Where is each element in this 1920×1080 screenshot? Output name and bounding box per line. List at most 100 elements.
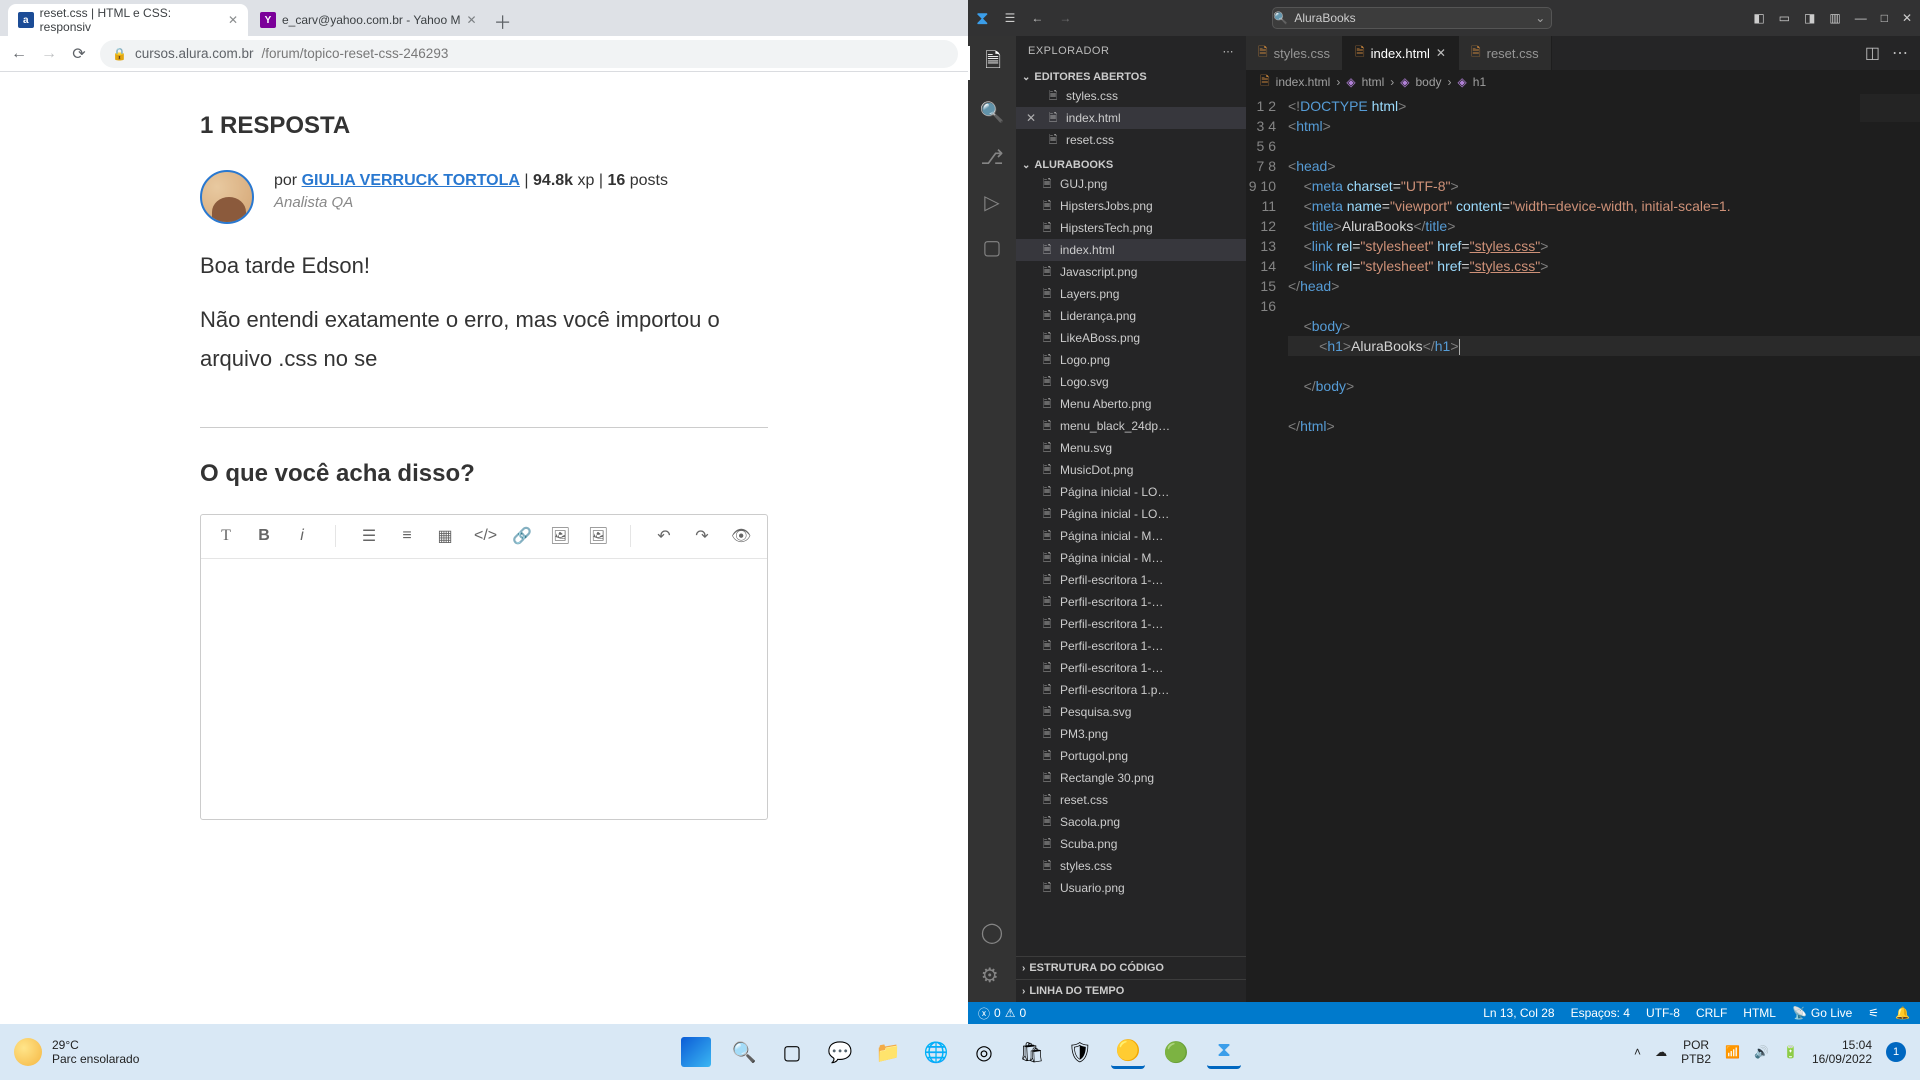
language-indicator[interactable]: PORPTB2 xyxy=(1681,1038,1711,1067)
chrome-tab-2-close-icon[interactable]: ✕ xyxy=(467,13,477,27)
minimap[interactable] xyxy=(1860,94,1920,1002)
layout-customize-icon[interactable]: ▥ xyxy=(1829,11,1840,25)
forward-button[interactable]: → xyxy=(40,45,58,63)
edge-icon[interactable]: 🌐 xyxy=(919,1035,953,1069)
status-eol[interactable]: CRLF xyxy=(1696,1006,1727,1020)
editor-more-icon[interactable]: ⋯ xyxy=(1892,43,1908,63)
maximize-button[interactable]: □ xyxy=(1881,11,1888,25)
back-button[interactable]: ← xyxy=(10,45,28,63)
bold-button[interactable]: B xyxy=(255,527,273,545)
image-button[interactable]: 🖼 xyxy=(550,526,568,546)
weather-widget[interactable]: 29°C Parc ensolarado xyxy=(14,1038,139,1067)
table-button[interactable]: ▦ xyxy=(436,526,454,546)
dell-icon[interactable]: ◎ xyxy=(967,1035,1001,1069)
breadcrumb[interactable]: 🗎 index.html › ◈ html › ◈ body › ◈ h1 xyxy=(1246,70,1920,94)
split-editor-icon[interactable]: ◫ xyxy=(1865,43,1880,63)
start-button[interactable] xyxy=(679,1035,713,1069)
notification-badge[interactable]: 1 xyxy=(1886,1042,1906,1062)
extensions-icon[interactable]: ▢ xyxy=(983,235,1002,260)
file-tree-item[interactable]: 🗎Logo.png xyxy=(1016,349,1246,371)
close-button[interactable]: ✕ xyxy=(1902,11,1912,25)
status-spaces[interactable]: Espaços: 4 xyxy=(1571,1006,1630,1020)
menu-button[interactable]: ☰ xyxy=(1005,11,1016,25)
clock[interactable]: 15:0416/09/2022 xyxy=(1812,1038,1872,1067)
editor-tab[interactable]: 🗎reset.css xyxy=(1459,36,1552,70)
store-icon[interactable]: 🛍 xyxy=(1015,1035,1049,1069)
file-tree-item[interactable]: 🗎Perfil-escritora 1-… xyxy=(1016,569,1246,591)
file-tree-item[interactable]: 🗎Menu.svg xyxy=(1016,437,1246,459)
file-tree-item[interactable]: 🗎styles.css xyxy=(1016,855,1246,877)
file-tree-item[interactable]: 🗎MusicDot.png xyxy=(1016,459,1246,481)
onedrive-icon[interactable]: ☁ xyxy=(1655,1045,1667,1059)
vscode-taskbar-icon[interactable]: ⧗ xyxy=(1207,1035,1241,1069)
status-encoding[interactable]: UTF-8 xyxy=(1646,1006,1680,1020)
chrome-taskbar-icon[interactable]: 🟡 xyxy=(1111,1035,1145,1069)
search-activity-icon[interactable]: 🔍 xyxy=(980,100,1005,125)
italic-button[interactable]: i xyxy=(293,527,311,545)
wifi-icon[interactable]: 📶 xyxy=(1725,1045,1740,1059)
layout-bottom-icon[interactable]: ▭ xyxy=(1779,11,1790,25)
sidebar-more-icon[interactable]: ⋯ xyxy=(1223,45,1235,58)
debug-icon[interactable]: ▷ xyxy=(984,190,999,215)
undo-button[interactable]: ↶ xyxy=(655,526,673,546)
chrome-tab-2[interactable]: Y e_carv@yahoo.com.br - Yahoo M ✕ xyxy=(250,4,487,36)
task-view-icon[interactable]: ▢ xyxy=(775,1035,809,1069)
file-tree-item[interactable]: 🗎LikeABoss.png xyxy=(1016,327,1246,349)
close-icon[interactable]: ✕ xyxy=(1436,46,1446,60)
explorer-icon[interactable]: 🗎 xyxy=(968,46,1016,80)
command-center[interactable]: 🔍 AluraBooks ⌄ xyxy=(1272,7,1552,29)
file-tree-item[interactable]: 🗎PM3.png xyxy=(1016,723,1246,745)
file-tree-item[interactable]: 🗎Perfil-escritora 1-… xyxy=(1016,657,1246,679)
folder-section[interactable]: ⌄ ALURABOOKS xyxy=(1016,157,1246,173)
editor-textarea[interactable] xyxy=(201,559,767,819)
file-tree-item[interactable]: 🗎menu_black_24dp… xyxy=(1016,415,1246,437)
file-tree-item[interactable]: 🗎Perfil-escritora 1.p… xyxy=(1016,679,1246,701)
file-tree-item[interactable]: 🗎Javascript.png xyxy=(1016,261,1246,283)
minimize-button[interactable]: — xyxy=(1855,11,1867,25)
file-tree-item[interactable]: 🗎GUJ.png xyxy=(1016,173,1246,195)
image-edit-button[interactable]: 🖼 xyxy=(588,526,606,546)
file-tree-item[interactable]: 🗎Página inicial - M… xyxy=(1016,547,1246,569)
file-tree-item[interactable]: 🗎Logo.svg xyxy=(1016,371,1246,393)
volume-icon[interactable]: 🔊 xyxy=(1754,1045,1769,1059)
chat-icon[interactable]: 💬 xyxy=(823,1035,857,1069)
file-tree-item[interactable]: 🗎index.html xyxy=(1016,239,1246,261)
address-bar[interactable]: 🔒 cursos.alura.com.br/forum/topico-reset… xyxy=(100,40,958,68)
open-editor-item[interactable]: 🗎styles.css xyxy=(1016,85,1246,107)
status-cursor[interactable]: Ln 13, Col 28 xyxy=(1483,1006,1554,1020)
link-button[interactable]: 🔗 xyxy=(512,526,530,546)
file-tree-item[interactable]: 🗎HipstersTech.png xyxy=(1016,217,1246,239)
settings-gear-icon[interactable]: ⚙ xyxy=(981,963,1003,988)
account-icon[interactable]: ◯ xyxy=(981,920,1003,945)
file-tree-item[interactable]: 🗎Sacola.png xyxy=(1016,811,1246,833)
preview-button[interactable]: 👁 xyxy=(731,526,749,546)
file-tree-item[interactable]: 🗎Página inicial - LO… xyxy=(1016,503,1246,525)
chrome-new-tab-button[interactable]: ＋ xyxy=(489,8,517,36)
bullet-list-button[interactable]: ☰ xyxy=(360,526,378,546)
open-editors-section[interactable]: ⌄ EDITORES ABERTOS xyxy=(1016,69,1246,85)
battery-icon[interactable]: 🔋 xyxy=(1783,1045,1798,1059)
status-feedback-icon[interactable]: ⚟ xyxy=(1868,1006,1879,1020)
file-tree-item[interactable]: 🗎Pesquisa.svg xyxy=(1016,701,1246,723)
file-explorer-icon[interactable]: 📁 xyxy=(871,1035,905,1069)
status-bell-icon[interactable]: 🔔 xyxy=(1895,1006,1910,1020)
nav-back-button[interactable]: ← xyxy=(1031,11,1043,25)
numbered-list-button[interactable]: ≡ xyxy=(398,527,416,545)
open-editor-item[interactable]: 🗎reset.css xyxy=(1016,129,1246,151)
file-tree-item[interactable]: 🗎Portugol.png xyxy=(1016,745,1246,767)
file-tree-item[interactable]: 🗎Página inicial - LO… xyxy=(1016,481,1246,503)
file-tree-item[interactable]: 🗎Perfil-escritora 1-… xyxy=(1016,635,1246,657)
mcafee-icon[interactable]: 🛡 xyxy=(1063,1035,1097,1069)
layout-right-icon[interactable]: ◨ xyxy=(1804,11,1815,25)
file-tree-item[interactable]: 🗎reset.css xyxy=(1016,789,1246,811)
layout-left-icon[interactable]: ◧ xyxy=(1753,11,1764,25)
code-button[interactable]: </> xyxy=(474,527,492,545)
tray-chevron-icon[interactable]: ˄ xyxy=(1634,1045,1641,1059)
chrome-tab-1-close-icon[interactable]: ✕ xyxy=(228,13,238,27)
file-tree-item[interactable]: 🗎Usuario.png xyxy=(1016,877,1246,899)
chrome-tab-1[interactable]: a reset.css | HTML e CSS: responsiv ✕ xyxy=(8,4,248,36)
file-tree-item[interactable]: 🗎Perfil-escritora 1-… xyxy=(1016,591,1246,613)
source-control-icon[interactable]: ⎇ xyxy=(980,145,1003,170)
file-tree-item[interactable]: 🗎Layers.png xyxy=(1016,283,1246,305)
file-tree-item[interactable]: 🗎Rectangle 30.png xyxy=(1016,767,1246,789)
